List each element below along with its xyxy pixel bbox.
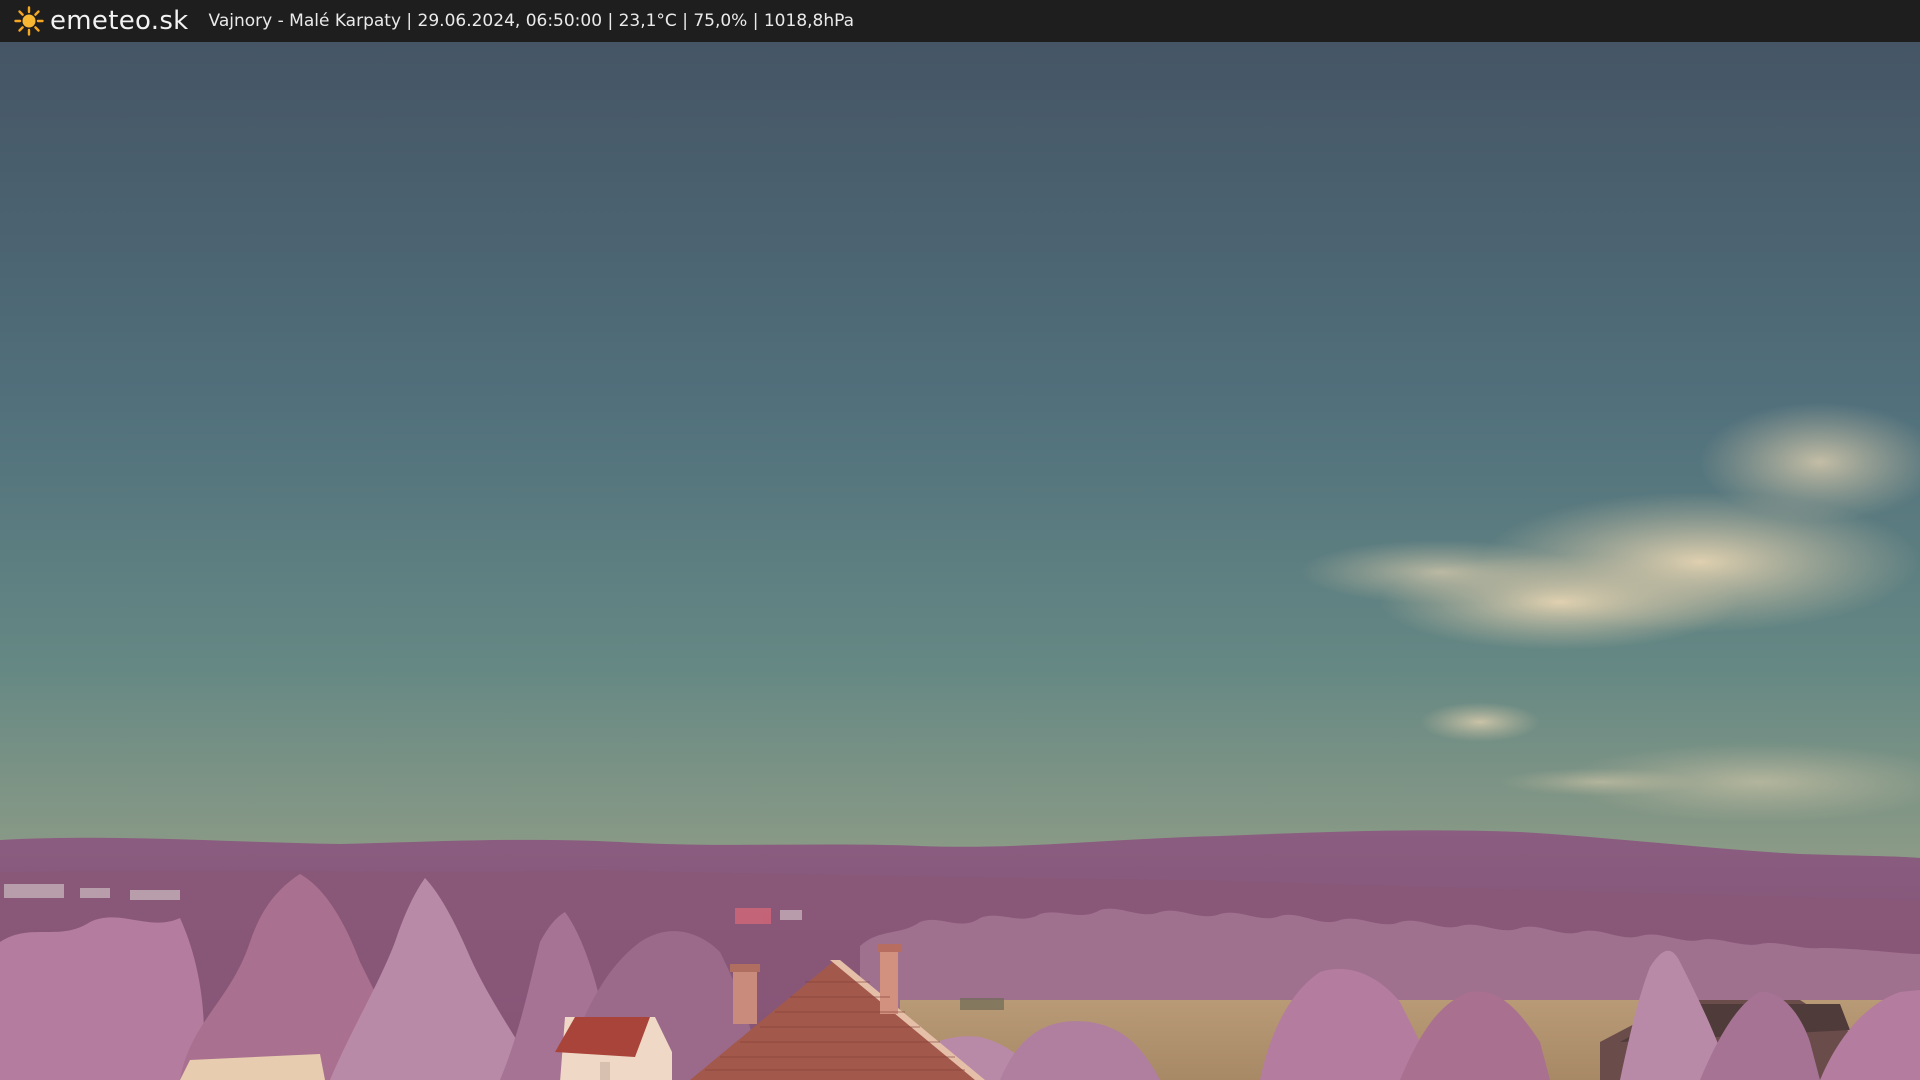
house-left: [555, 1017, 672, 1080]
brand-name: emeteo.sk: [50, 6, 189, 36]
webcam-image: [0, 42, 1920, 1080]
header-bar: emeteo.sk Vajnory - Malé Karpaty | 29.06…: [0, 0, 1920, 42]
webcam-caption: Vajnory - Malé Karpaty | 29.06.2024, 06:…: [208, 11, 855, 31]
sun-icon: [14, 6, 44, 36]
logo-link[interactable]: emeteo.sk: [14, 6, 189, 36]
